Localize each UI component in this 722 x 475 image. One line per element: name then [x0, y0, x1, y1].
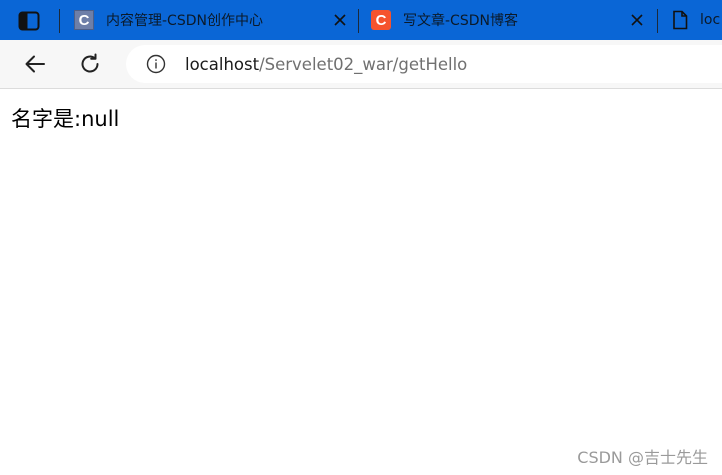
tab-close-button[interactable]	[330, 10, 350, 30]
info-icon	[146, 54, 166, 74]
close-icon	[334, 14, 346, 26]
browser-window: C 内容管理-CSDN创作中心 C 写文章-CSDN博客 loc localho…	[0, 0, 722, 475]
reload-icon	[81, 53, 99, 73]
url-path: /Servelet02_war/getHello	[259, 54, 468, 74]
tab-title: loc	[700, 12, 721, 28]
tab-strip: C 内容管理-CSDN创作中心 C 写文章-CSDN博客 loc	[0, 0, 722, 40]
tab-content-management[interactable]: C 内容管理-CSDN创作中心	[74, 0, 350, 40]
tab-title: 写文章-CSDN博客	[403, 13, 518, 29]
page-content: 名字是:null CSDN @吉士先生	[0, 89, 722, 475]
page-icon	[670, 10, 690, 30]
tab-write-article[interactable]: C 写文章-CSDN博客	[371, 0, 647, 40]
tab-separator	[657, 9, 658, 33]
csdn-favicon-icon: C	[74, 10, 94, 30]
page-message: 名字是:null	[11, 107, 120, 131]
tab-actions-icon	[18, 11, 40, 31]
url-host: localhost	[185, 54, 260, 74]
tab-separator	[59, 9, 60, 33]
tab-close-button[interactable]	[627, 10, 647, 30]
tab-actions-button[interactable]	[16, 10, 42, 32]
site-info-button[interactable]	[145, 53, 167, 75]
tab-title: 内容管理-CSDN创作中心	[106, 13, 263, 29]
url-text[interactable]: localhost/Servelet02_war/getHello	[185, 55, 467, 74]
tab-separator	[358, 9, 359, 33]
close-icon	[631, 14, 643, 26]
reload-button[interactable]	[74, 48, 106, 80]
csdn-favicon-icon: C	[371, 10, 391, 30]
address-bar[interactable]: localhost/Servelet02_war/getHello	[126, 45, 722, 83]
back-arrow-icon	[25, 55, 45, 73]
watermark: CSDN @吉士先生	[577, 448, 708, 467]
back-button[interactable]	[19, 48, 51, 80]
tab-localhost[interactable]: loc	[670, 0, 722, 40]
toolbar: localhost/Servelet02_war/getHello	[0, 40, 722, 89]
